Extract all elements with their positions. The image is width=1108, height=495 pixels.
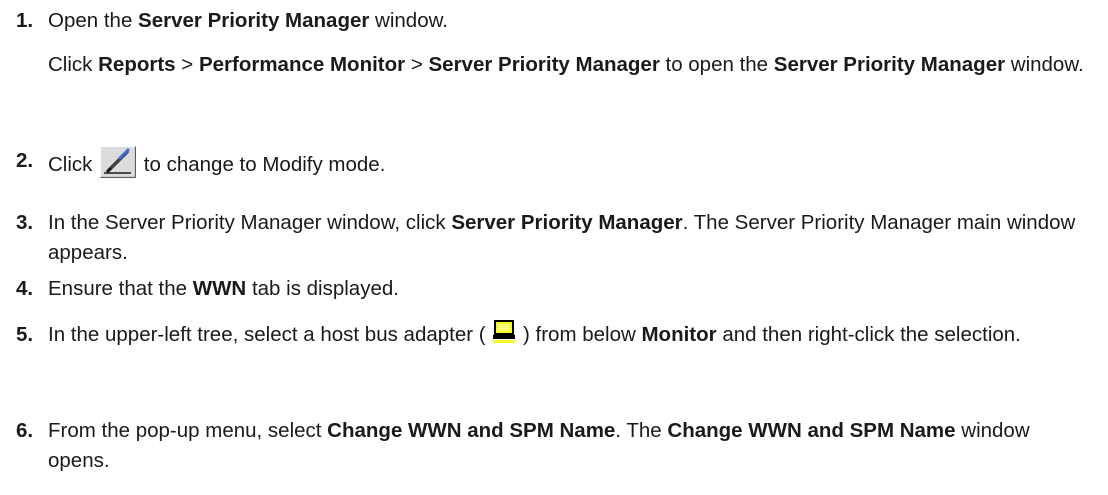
step-1-instruction: Open the Server Priority Manager window.: [48, 6, 1094, 36]
ui-term: Monitor: [641, 323, 717, 346]
ui-term: Performance Monitor: [198, 53, 406, 76]
ui-term: Reports: [98, 53, 176, 76]
step-number: 2.: [16, 149, 34, 172]
step-number: 6.: [16, 419, 34, 442]
text-run: window.: [1005, 53, 1084, 76]
step-text: In the upper-left tree, select a host bu…: [48, 320, 1094, 353]
procedure-document: 1. Open the Server Priority Manager wind…: [0, 0, 1108, 495]
ui-term: Change WWN and SPM Name: [667, 419, 956, 442]
host-bus-adapter-icon: [493, 320, 516, 353]
ui-term: Change WWN and SPM Name: [327, 419, 616, 442]
text-run: In the upper-left tree, select a host bu…: [48, 323, 492, 346]
text-run: >: [405, 53, 429, 76]
ui-term: Server Priority Manager: [773, 53, 1006, 76]
step-text: From the pop-up menu, select Change WWN …: [48, 416, 1094, 476]
text-run: >: [175, 53, 199, 76]
step-text: Click to change to Modify mode.: [48, 146, 1094, 187]
text-run: and then right-click the selection.: [716, 323, 1021, 346]
ui-term: Server Priority Manager: [451, 211, 683, 234]
text-run: to open the: [659, 53, 774, 76]
text-run: tab is displayed.: [246, 277, 399, 300]
step-number: 4.: [16, 277, 34, 300]
text-run: In the Server Priority Manager window, c…: [48, 211, 452, 234]
text-run: ) from below: [517, 323, 642, 346]
text-run: Open the: [48, 9, 139, 32]
step-text: Open the Server Priority Manager window.…: [48, 6, 1094, 80]
step-number: 1.: [16, 9, 34, 32]
text-run: From the pop-up menu, select: [48, 419, 328, 442]
modify-mode-icon: [100, 146, 137, 187]
ui-term: Server Priority Manager: [428, 53, 660, 76]
text-run: window.: [369, 9, 448, 32]
step-number: 3.: [16, 211, 34, 234]
text-run: . The: [615, 419, 668, 442]
text-run: Click: [48, 53, 99, 76]
step-text: Ensure that the WWN tab is displayed.: [48, 274, 1094, 304]
text-run: Click: [48, 153, 99, 176]
ui-term: WWN: [192, 277, 247, 300]
text-run: to change to Modify mode.: [138, 153, 386, 176]
step-1-detail: Click Reports > Performance Monitor > Se…: [48, 50, 1094, 80]
ui-term: Server Priority Manager: [138, 9, 370, 32]
step-number: 5.: [16, 323, 34, 346]
text-run: Ensure that the: [48, 277, 193, 300]
step-text: In the Server Priority Manager window, c…: [48, 208, 1094, 268]
